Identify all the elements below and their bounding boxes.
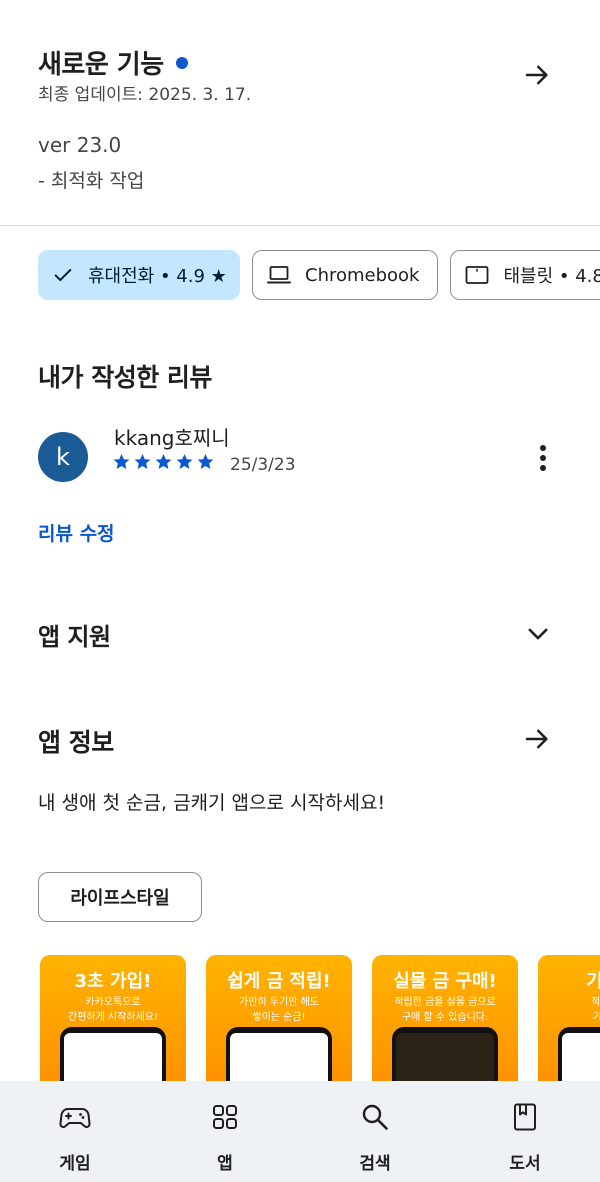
nav-item-games[interactable]: 게임 — [0, 1081, 150, 1182]
apps-grid-icon — [213, 1105, 237, 1129]
app-support-title[interactable]: 앱 지원 — [38, 617, 111, 652]
arrow-right-icon[interactable] — [522, 724, 552, 754]
chip-phone[interactable]: 휴대전화 • 4.9 ★ — [38, 250, 240, 300]
last-updated-text: 최종 업데이트: 2025. 3. 17. — [38, 85, 252, 105]
screenshot-2[interactable]: 쉽게 금 적립! 가만히 두기만 해도 쌓이는 순금! — [206, 955, 352, 1095]
nav-item-apps[interactable]: 앱 — [150, 1081, 300, 1182]
about-app-title[interactable]: 앱 정보 — [38, 723, 114, 759]
nav-label-apps: 앱 — [217, 1154, 233, 1174]
gamepad-icon — [59, 1108, 91, 1128]
app-description: 내 생애 첫 순금, 금캐기 앱으로 시작하세요! — [38, 792, 386, 814]
screenshot-title: 3초 가입! — [74, 971, 152, 992]
screenshot-subtitle: 적립한 금 기프티콘 — [591, 997, 600, 1023]
whats-new-title-row: 새로운 기능 — [38, 44, 188, 81]
star-icon — [155, 453, 172, 469]
rating-stars — [112, 452, 215, 471]
screenshot-carousel[interactable]: 3초 가입! 카카오톡으로 간편하게 시작하세요! 쉽게 금 적립! 가만히 두… — [40, 955, 600, 1095]
release-note-text: - 최적화 작업 — [38, 170, 145, 192]
category-label: 라이프스타일 — [70, 888, 170, 909]
device-filter-chips: 휴대전화 • 4.9 ★ Chromebook 태블릿 • 4.8 ★ — [38, 250, 600, 300]
review-date: 25/3/23 — [230, 455, 296, 475]
screenshot-subtitle: 적립한 금을 실물 금으로 구매 할 수 있습니다. — [394, 997, 496, 1023]
screenshot-1[interactable]: 3초 가입! 카카오톡으로 간편하게 시작하세요! — [40, 955, 186, 1095]
chevron-down-icon[interactable] — [524, 620, 552, 648]
chip-chromebook-label: Chromebook — [305, 264, 420, 286]
nav-item-search[interactable]: 검색 — [300, 1081, 450, 1182]
star-icon — [134, 453, 151, 469]
more-vert-icon[interactable] — [530, 440, 556, 476]
screenshot-subtitle: 가만히 두기만 해도 쌓이는 순금! — [239, 997, 319, 1023]
category-chip[interactable]: 라이프스타일 — [38, 872, 202, 922]
screenshot-3[interactable]: 실물 금 구매! 적립한 금을 실물 금으로 구매 할 수 있습니다. — [372, 955, 518, 1095]
arrow-right-icon[interactable] — [522, 60, 552, 90]
my-review-heading: 내가 작성한 리뷰 — [38, 363, 212, 392]
book-icon — [514, 1103, 536, 1131]
whats-new-section[interactable]: 새로운 기능 최종 업데이트: 2025. 3. 17. ver 23.0 - … — [0, 0, 600, 226]
star-icon — [197, 453, 214, 469]
screenshot-title: 기프티 — [586, 971, 600, 992]
nav-label-books: 도서 — [509, 1154, 541, 1174]
nav-item-books[interactable]: 도서 — [450, 1081, 600, 1182]
search-icon — [362, 1104, 388, 1130]
laptop-icon — [267, 266, 291, 284]
star-icon — [176, 453, 193, 469]
reviewer-name: kkang호찌니 — [114, 426, 230, 450]
whats-new-title: 새로운 기능 — [38, 50, 164, 80]
avatar: k — [38, 432, 88, 482]
edit-review-link[interactable]: 리뷰 수정 — [38, 519, 115, 546]
bottom-nav: 게임 앱 검색 도서 — [0, 1081, 600, 1182]
new-indicator-dot — [175, 56, 188, 69]
avatar-letter: k — [56, 443, 70, 471]
nav-label-games: 게임 — [59, 1154, 91, 1174]
screenshot-subtitle: 카카오톡으로 간편하게 시작하세요! — [68, 997, 158, 1023]
screenshot-title: 실물 금 구매! — [393, 971, 497, 992]
chip-phone-label: 휴대전화 • 4.9 ★ — [88, 266, 227, 287]
screenshot-4[interactable]: 기프티 적립한 금 기프티콘 — [538, 955, 600, 1095]
star-icon — [113, 453, 130, 469]
chip-chromebook[interactable]: Chromebook — [252, 250, 439, 300]
screenshot-title: 쉽게 금 적립! — [227, 971, 331, 992]
chip-tablet-label: 태블릿 • 4.8 ★ — [503, 266, 600, 287]
nav-label-search: 검색 — [359, 1154, 391, 1174]
version-text: ver 23.0 — [38, 133, 122, 157]
app-details-page: 새로운 기능 최종 업데이트: 2025. 3. 17. ver 23.0 - … — [0, 0, 600, 1182]
tablet-icon — [466, 266, 489, 284]
chip-tablet[interactable]: 태블릿 • 4.8 ★ — [450, 250, 600, 300]
check-icon — [54, 268, 72, 282]
